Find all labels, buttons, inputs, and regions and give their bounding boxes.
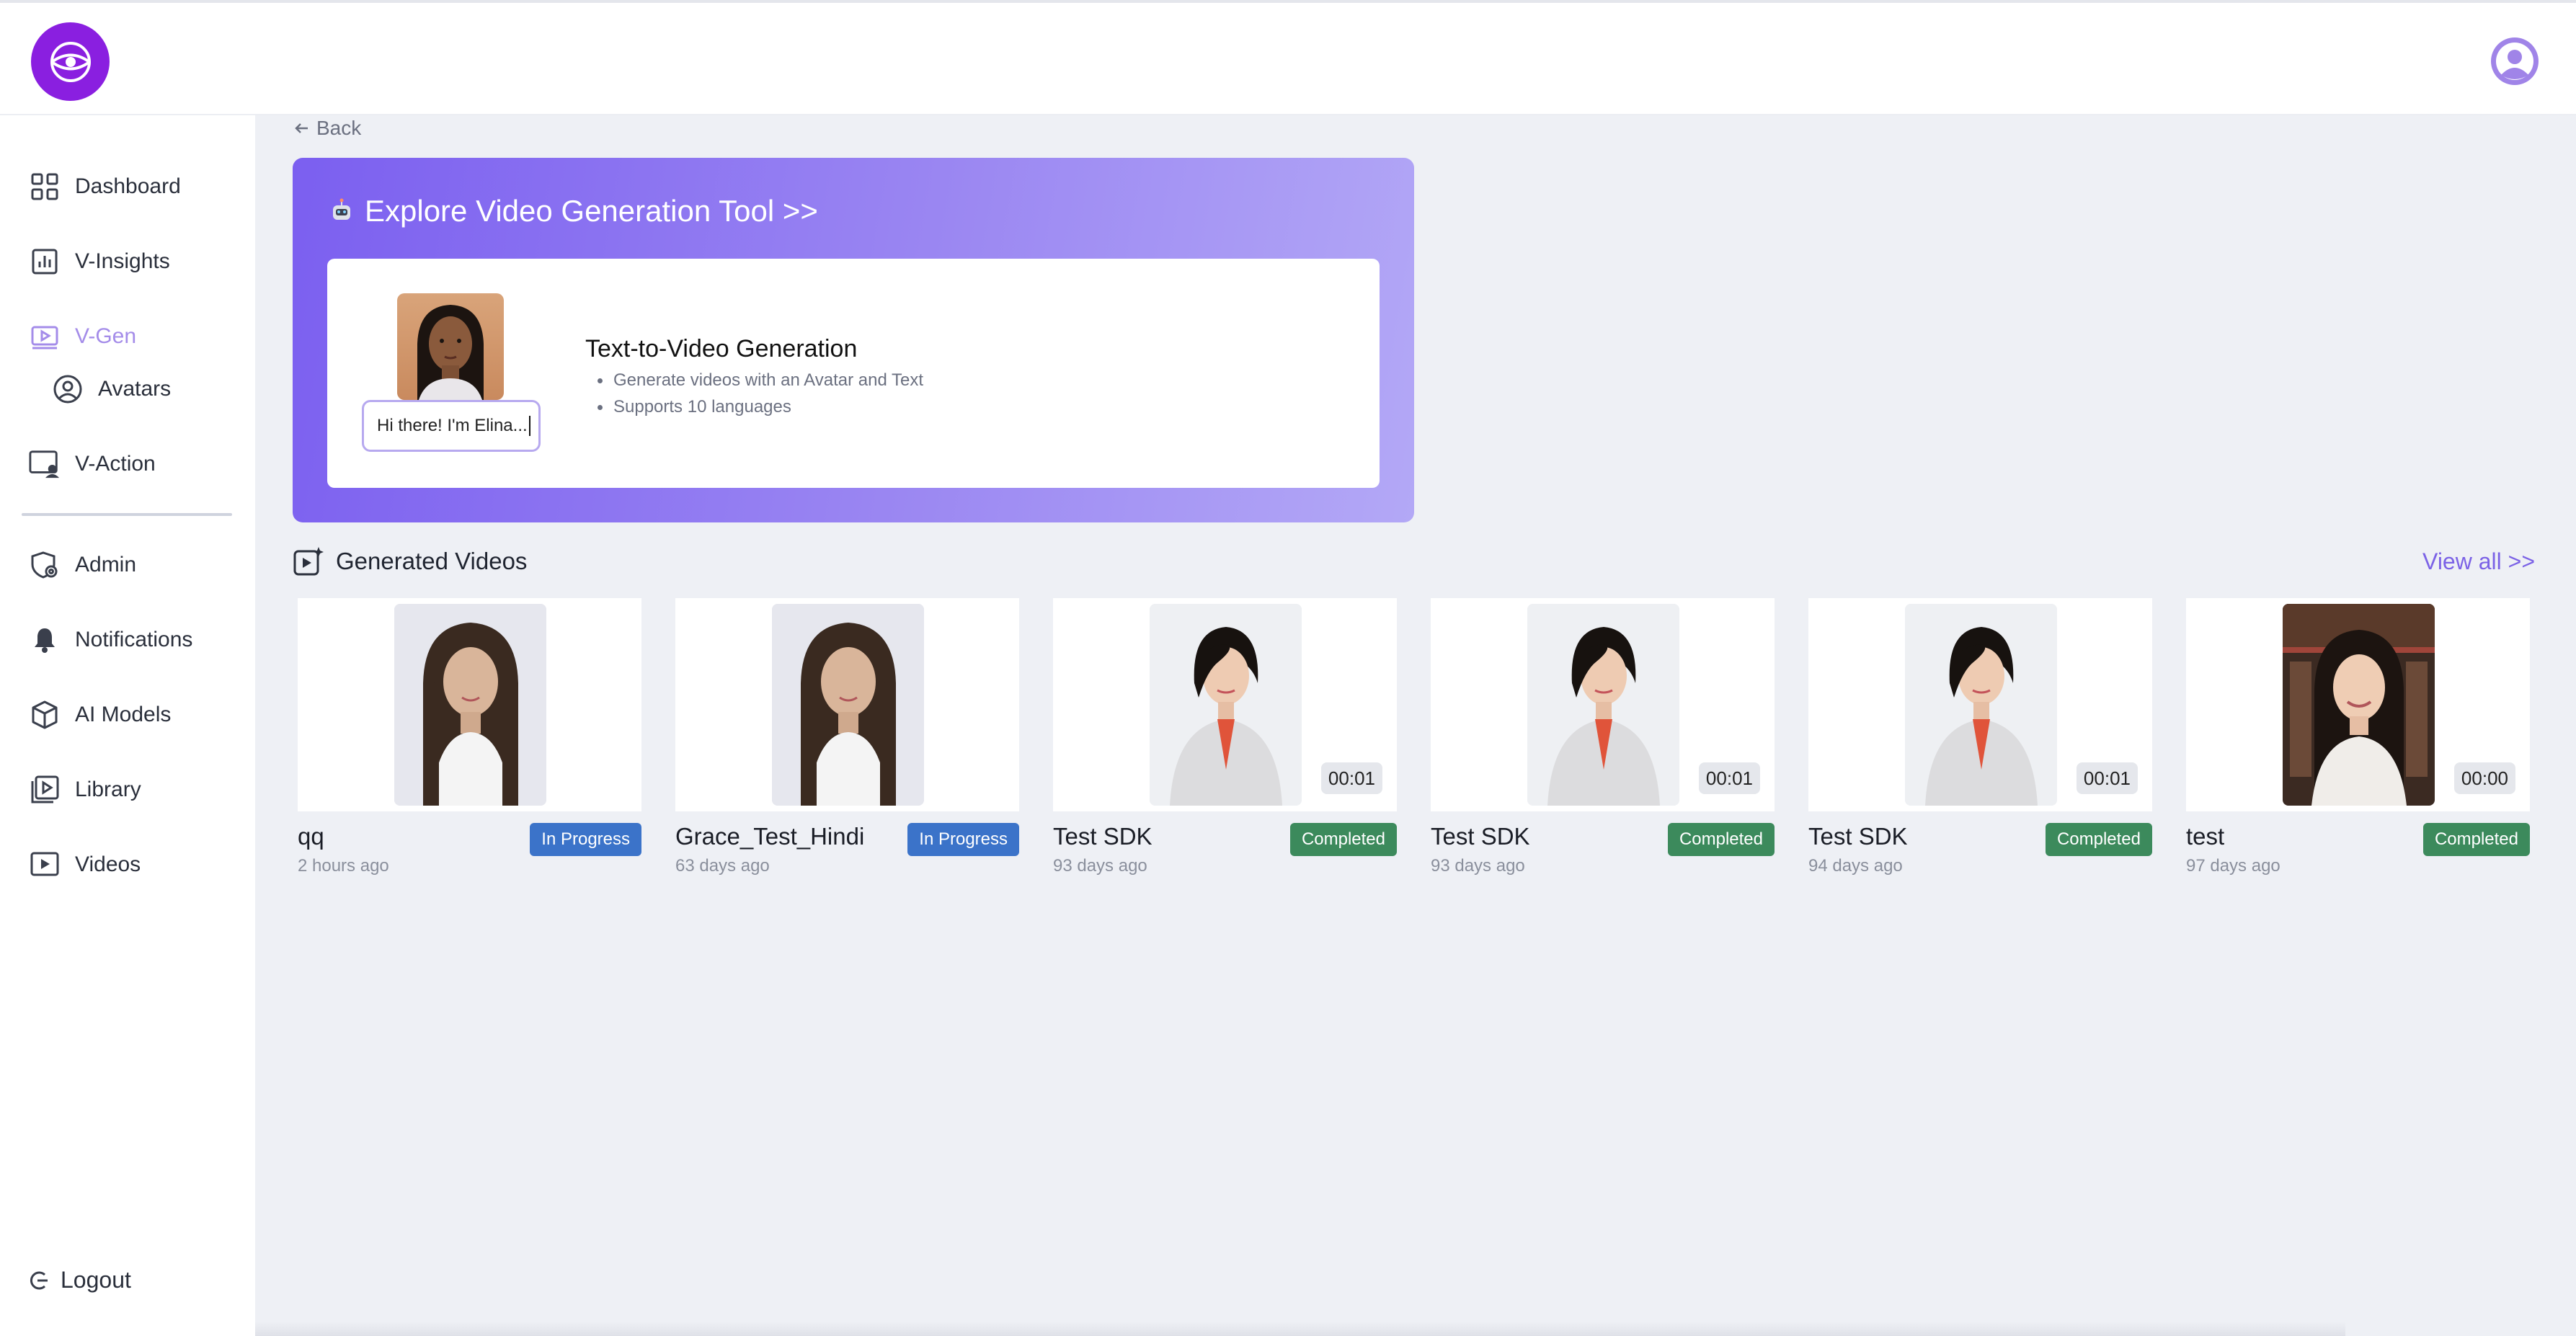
top-bar [0,0,2576,115]
video-card[interactable]: qq 2 hours ago In Progress [298,598,641,886]
video-card[interactable]: Grace_Test_Hindi 63 days ago In Progress [675,598,1019,886]
status-badge: Completed [2422,823,2530,856]
sidebar-item-dashboard[interactable]: Dashboard [29,165,181,208]
globe-eye-icon [50,41,91,82]
banner-title-text: Explore Video Generation Tool >> [365,194,818,228]
sidebar-item-avatars[interactable]: Avatars [52,368,171,411]
video-name: test [2186,823,2225,850]
generated-videos-heading: Generated Videos [293,545,527,577]
sidebar-item-videos[interactable]: Videos [29,843,141,886]
sidebar-item-label: Videos [75,852,141,876]
sidebar: Dashboard V-Insights V-Gen Avatars V-Act… [0,115,255,1336]
video-icon [29,849,61,881]
status-badge: In Progress [907,823,1019,856]
video-name: Test SDK [1053,823,1152,850]
status-badge: Completed [1667,823,1775,856]
sidebar-item-v-action[interactable]: V-Action [29,442,156,486]
sidebar-item-notifications[interactable]: Notifications [29,618,192,662]
video-card[interactable]: 00:01 Test SDK 93 days ago Completed [1053,598,1397,886]
status-badge: Completed [1289,823,1397,856]
video-play-icon [29,321,61,352]
banner-title[interactable]: Explore Video Generation Tool >> [327,194,818,228]
generated-videos-title: Generated Videos [336,548,528,574]
status-badge: Completed [2045,823,2152,856]
logout-icon [30,1271,48,1289]
text-to-video-card[interactable]: Hi there! I'm Elina... Text-to-Video Gen… [327,259,1380,488]
avatar-image [397,293,504,400]
robot-icon [333,198,350,220]
bar-chart-icon [29,246,61,277]
sidebar-item-label: V-Action [75,452,156,476]
video-time: 93 days ago [1431,856,1525,876]
bottom-edge [255,1322,2345,1336]
sidebar-divider [22,513,232,516]
sidebar-item-label: AI Models [75,703,172,726]
speech-text: Hi there! I'm Elina... [377,416,528,435]
avatar-speech-bubble: Hi there! I'm Elina... [362,400,541,452]
sidebar-item-label: Admin [75,553,137,576]
grid-icon [29,171,61,202]
feature-list: Generate videos with an Avatar and Text … [598,367,923,420]
video-card[interactable]: 00:01 Test SDK 93 days ago Completed [1431,598,1775,886]
user-circle-icon [52,373,84,405]
video-thumbnail-frame [298,598,641,811]
logout-button[interactable]: Logout [29,1267,131,1293]
video-duration: 00:01 [2076,762,2138,794]
cube-icon [29,699,61,731]
video-name: Grace_Test_Hindi [675,823,865,850]
video-card[interactable]: 00:00 test 97 days ago Completed [2186,598,2530,886]
video-thumbnail [772,604,924,806]
shield-gear-icon [29,549,61,581]
feature-title: Text-to-Video Generation [585,335,858,362]
sidebar-item-library[interactable]: Library [29,768,141,811]
status-badge: In Progress [530,823,641,856]
bell-icon [29,624,61,656]
video-thumbnail-frame [675,598,1019,811]
video-time: 97 days ago [2186,856,2280,876]
sidebar-item-v-gen[interactable]: V-Gen [29,315,136,358]
video-time: 93 days ago [1053,856,1147,876]
video-name: qq [298,823,324,850]
sidebar-item-label: V-Insights [75,249,170,273]
video-thumbnail [1527,604,1679,806]
video-thumbnail [1905,604,2057,806]
video-time: 94 days ago [1808,856,1903,876]
back-label: Back [316,117,362,139]
video-name: Test SDK [1808,823,1908,850]
video-card[interactable]: 00:01 Test SDK 94 days ago Completed [1808,598,2152,886]
sidebar-item-label: Notifications [75,628,193,651]
view-all-link[interactable]: View all >> [2422,548,2535,575]
app-logo[interactable] [31,22,110,101]
video-duration: 00:00 [2453,762,2515,794]
explore-banner[interactable]: Explore Video Generation Tool >> Hi ther… [293,158,1414,522]
user-profile-icon[interactable] [2491,37,2539,85]
video-card-list: qq 2 hours ago In Progress Grace_Test_Hi… [298,598,2532,886]
back-link[interactable]: Back [293,117,361,140]
user-silhouette-icon [2492,39,2537,84]
video-duration: 00:01 [1320,762,1382,794]
sidebar-item-label: Avatars [98,377,172,401]
video-name: Test SDK [1431,823,1530,850]
sidebar-item-label: V-Gen [75,324,137,348]
feature-item: Generate videos with an Avatar and Text [598,367,923,393]
sidebar-item-ai-models[interactable]: AI Models [29,693,171,736]
video-sparkle-icon [293,547,324,576]
text-caret [528,416,530,436]
logout-label: Logout [61,1267,131,1293]
sidebar-item-v-insights[interactable]: V-Insights [29,240,170,283]
video-thumbnail [1150,604,1302,806]
video-thumbnail [394,604,546,806]
arrow-left-icon [295,123,308,133]
sidebar-item-admin[interactable]: Admin [29,543,136,587]
video-duration: 00:01 [1698,762,1760,794]
library-play-icon [29,774,61,806]
feature-item: Supports 10 languages [598,393,923,420]
screen-user-icon [29,448,61,480]
video-thumbnail [2283,604,2435,806]
sidebar-item-label: Dashboard [75,174,181,198]
video-time: 63 days ago [675,856,770,876]
video-time: 2 hours ago [298,856,389,876]
sidebar-item-label: Library [75,778,141,801]
